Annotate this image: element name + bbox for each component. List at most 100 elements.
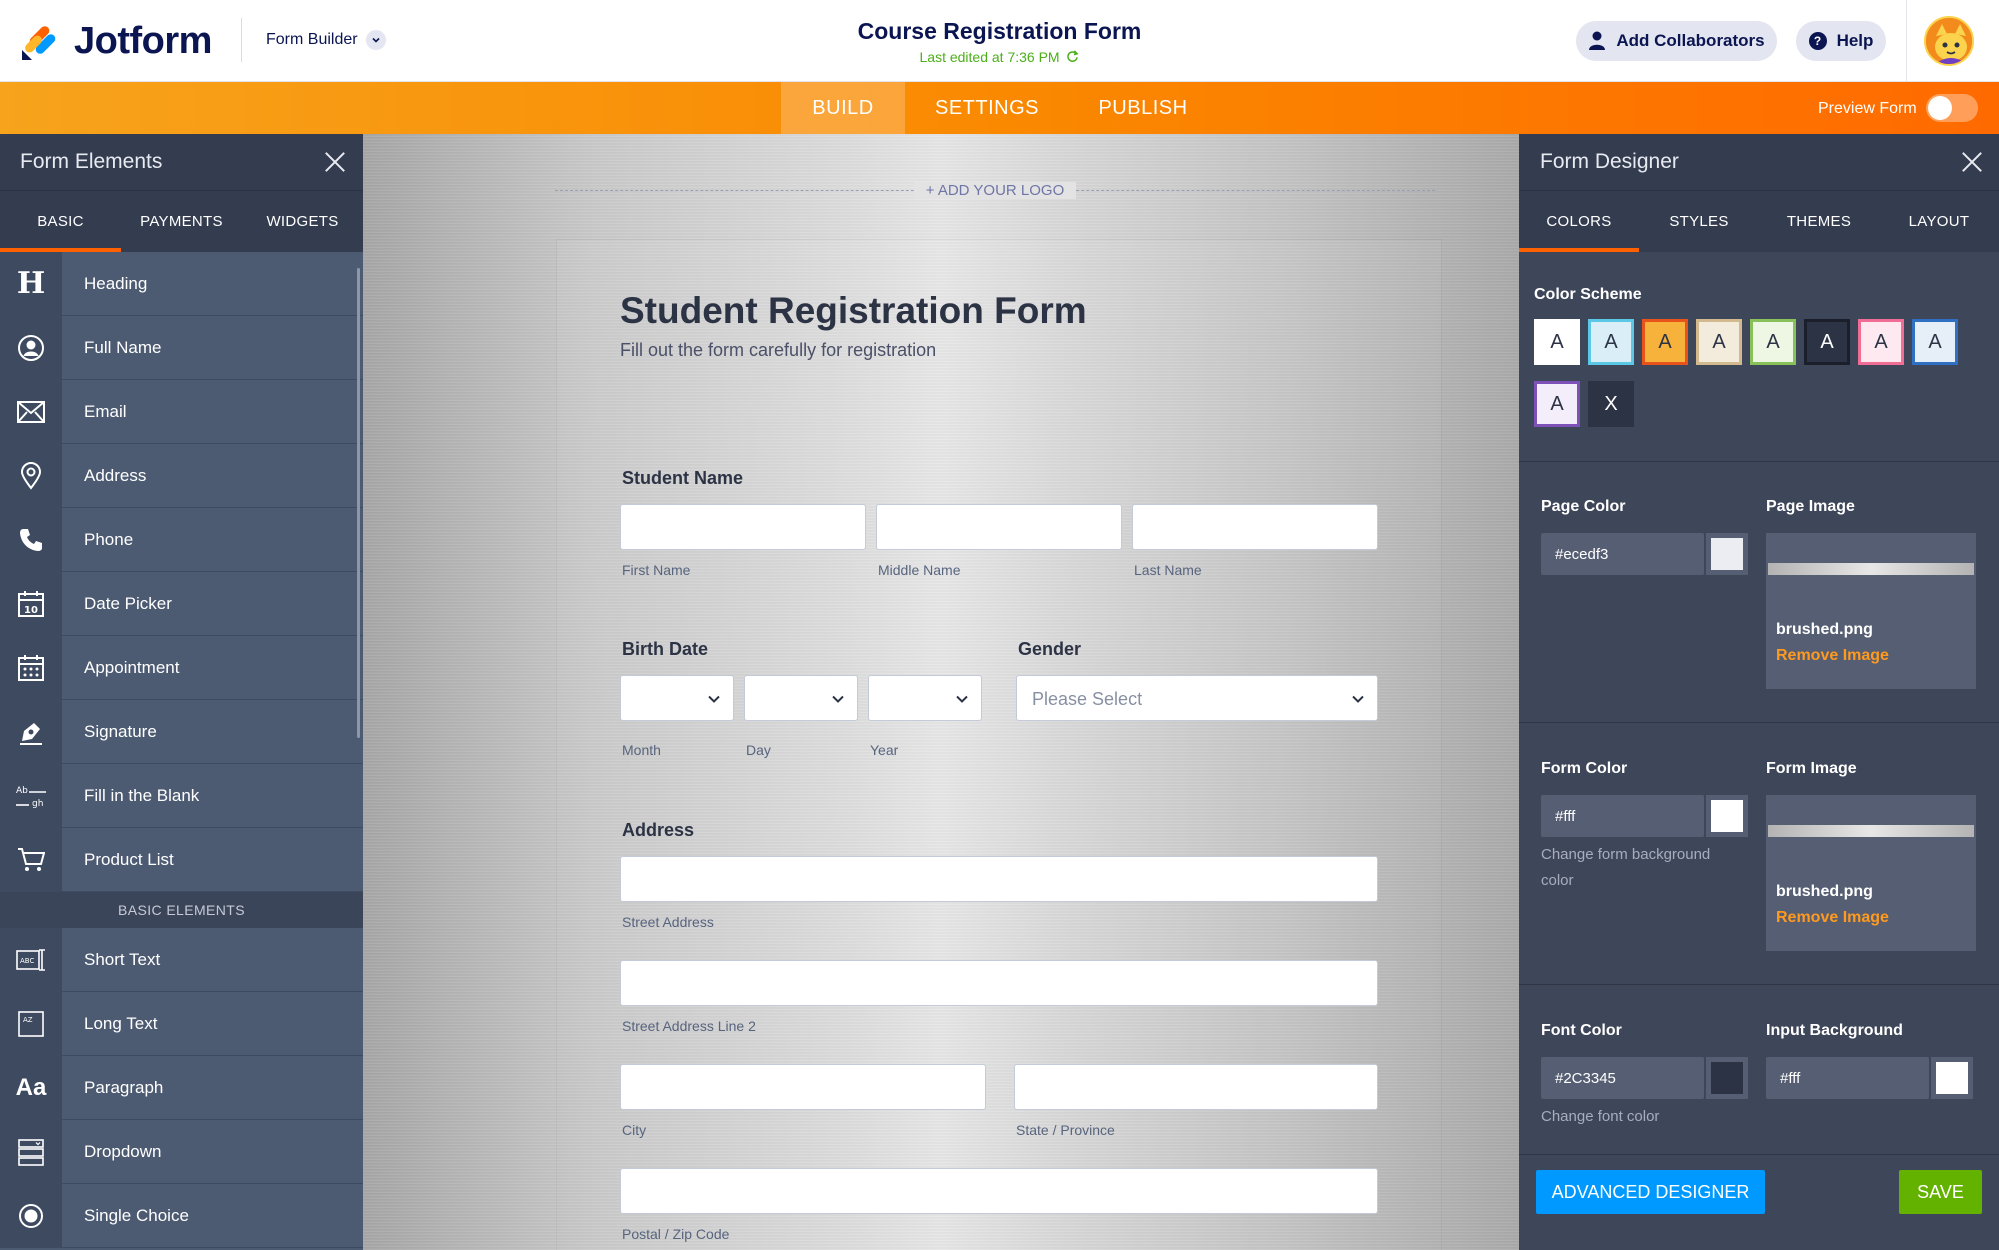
form-color-picker[interactable] — [1706, 795, 1748, 837]
element-dropdown[interactable]: Dropdown — [0, 1119, 363, 1184]
help-button[interactable]: ? Help — [1796, 21, 1886, 61]
paragraph-icon: Aa — [0, 1055, 62, 1120]
color-scheme-swatch[interactable]: A — [1534, 381, 1580, 427]
form-title[interactable]: Student Registration Form — [620, 290, 1087, 332]
element-paragraph[interactable]: Aa Paragraph — [0, 1055, 363, 1120]
preview-form-toggle[interactable] — [1926, 94, 1978, 122]
left-panel-scrollbar[interactable] — [357, 268, 360, 738]
toggle-knob — [1928, 96, 1952, 120]
first-name-input[interactable] — [620, 504, 866, 550]
element-long-text[interactable]: AZ Long Text — [0, 991, 363, 1056]
element-product-list[interactable]: Product List — [0, 827, 363, 892]
element-short-text[interactable]: ABC Short Text — [0, 927, 363, 992]
street-address-line2-sublabel: Street Address Line 2 — [622, 1018, 756, 1034]
element-single-choice[interactable]: Single Choice — [0, 1183, 363, 1248]
tab-colors[interactable]: COLORS — [1519, 191, 1639, 252]
divider — [1519, 722, 1999, 723]
svg-text:Ab: Ab — [16, 786, 28, 796]
page-color-input[interactable]: #ecedf3 — [1541, 533, 1704, 575]
tab-layout[interactable]: LAYOUT — [1879, 191, 1999, 252]
save-button[interactable]: SAVE — [1899, 1170, 1982, 1214]
first-name-sublabel: First Name — [622, 562, 691, 578]
city-input[interactable] — [620, 1064, 986, 1110]
font-color-value: #2C3345 — [1555, 1069, 1616, 1087]
add-logo-zone[interactable]: + ADD YOUR LOGO — [555, 182, 1435, 199]
last-name-input[interactable] — [1132, 504, 1378, 550]
color-scheme-swatch[interactable]: A — [1858, 319, 1904, 365]
tab-build[interactable]: BUILD — [781, 82, 905, 134]
street-address-input[interactable] — [620, 856, 1378, 902]
element-appointment[interactable]: Appointment — [0, 635, 363, 700]
postal-code-sublabel: Postal / Zip Code — [622, 1226, 730, 1242]
add-collaborators-button[interactable]: Add Collaborators — [1576, 21, 1777, 61]
remove-page-image-link[interactable]: Remove Image — [1776, 647, 1889, 665]
color-scheme-swatch[interactable]: A — [1534, 319, 1580, 365]
student-name-label[interactable]: Student Name — [622, 468, 743, 489]
birth-day-select[interactable] — [744, 675, 858, 721]
top-bar: Jotform Form Builder Course Registration… — [0, 0, 1999, 82]
font-color-label: Font Color — [1541, 1022, 1622, 1039]
tab-payments[interactable]: PAYMENTS — [121, 191, 242, 252]
tab-publish[interactable]: PUBLISH — [1090, 82, 1196, 134]
font-color-input[interactable]: #2C3345 — [1541, 1057, 1704, 1099]
close-icon[interactable] — [1959, 149, 1985, 175]
tab-styles[interactable]: STYLES — [1639, 191, 1759, 252]
form-color-input[interactable]: #fff — [1541, 795, 1704, 837]
color-scheme-swatch[interactable]: A — [1750, 319, 1796, 365]
font-color-picker[interactable] — [1706, 1057, 1748, 1099]
tab-basic[interactable]: BASIC — [0, 191, 121, 252]
element-label: Short Text — [84, 949, 161, 969]
street-address-line2-input[interactable] — [620, 960, 1378, 1006]
element-full-name[interactable]: Full Name — [0, 315, 363, 380]
element-address[interactable]: Address — [0, 443, 363, 508]
input-background-picker[interactable] — [1931, 1057, 1973, 1099]
element-date-picker[interactable]: 10 Date Picker — [0, 571, 363, 636]
divider — [1519, 984, 1999, 985]
chevron-down-icon — [708, 695, 720, 703]
element-signature[interactable]: Signature — [0, 699, 363, 764]
element-fill-in-the-blank[interactable]: Ab gh Fill in the Blank — [0, 763, 363, 828]
remove-form-image-link[interactable]: Remove Image — [1776, 909, 1889, 927]
gender-label[interactable]: Gender — [1018, 639, 1081, 660]
jotform-logo[interactable]: Jotform — [20, 20, 212, 63]
add-collaborators-label: Add Collaborators — [1616, 31, 1765, 50]
element-phone[interactable]: Phone — [0, 507, 363, 572]
close-icon[interactable] — [322, 149, 348, 175]
state-province-input[interactable] — [1014, 1064, 1378, 1110]
divider — [1519, 1154, 1999, 1155]
color-scheme-swatch[interactable]: X — [1588, 381, 1634, 427]
page-image-preview — [1768, 563, 1974, 575]
tab-themes[interactable]: THEMES — [1759, 191, 1879, 252]
document-title[interactable]: Course Registration Form — [858, 18, 1142, 44]
form-image-box: brushed.png Remove Image — [1766, 795, 1976, 951]
element-email[interactable]: Email — [0, 379, 363, 444]
birth-year-select[interactable] — [868, 675, 982, 721]
tab-widgets[interactable]: WIDGETS — [242, 191, 363, 252]
form-subtitle[interactable]: Fill out the form carefully for registra… — [620, 340, 936, 361]
postal-code-input[interactable] — [620, 1168, 1378, 1214]
color-scheme-swatch[interactable]: A — [1912, 319, 1958, 365]
color-scheme-swatch[interactable]: A — [1588, 319, 1634, 365]
birth-date-label[interactable]: Birth Date — [622, 639, 708, 660]
form-color-swatch — [1711, 800, 1743, 832]
element-label: Dropdown — [84, 1141, 162, 1161]
birth-month-select[interactable] — [620, 675, 734, 721]
add-logo-label: + ADD YOUR LOGO — [913, 182, 1077, 199]
color-scheme-swatch[interactable]: A — [1804, 319, 1850, 365]
page-color-picker[interactable] — [1706, 533, 1748, 575]
tab-settings[interactable]: SETTINGS — [922, 82, 1052, 134]
avatar[interactable] — [1924, 16, 1974, 66]
middle-name-input[interactable] — [876, 504, 1122, 550]
color-scheme-swatch[interactable]: A — [1642, 319, 1688, 365]
input-background-label: Input Background — [1766, 1022, 1903, 1039]
form-builder-menu[interactable]: Form Builder — [266, 30, 386, 50]
address-label[interactable]: Address — [622, 820, 694, 841]
element-label: Email — [84, 401, 127, 421]
gender-select[interactable]: Please Select — [1016, 675, 1378, 721]
element-heading[interactable]: H Heading — [0, 251, 363, 316]
color-scheme-swatch[interactable]: A — [1696, 319, 1742, 365]
dropdown-icon — [0, 1119, 62, 1184]
input-background-input[interactable]: #fff — [1766, 1057, 1929, 1099]
panel-title: Form Elements — [20, 150, 163, 173]
advanced-designer-button[interactable]: ADVANCED DESIGNER — [1536, 1170, 1765, 1214]
